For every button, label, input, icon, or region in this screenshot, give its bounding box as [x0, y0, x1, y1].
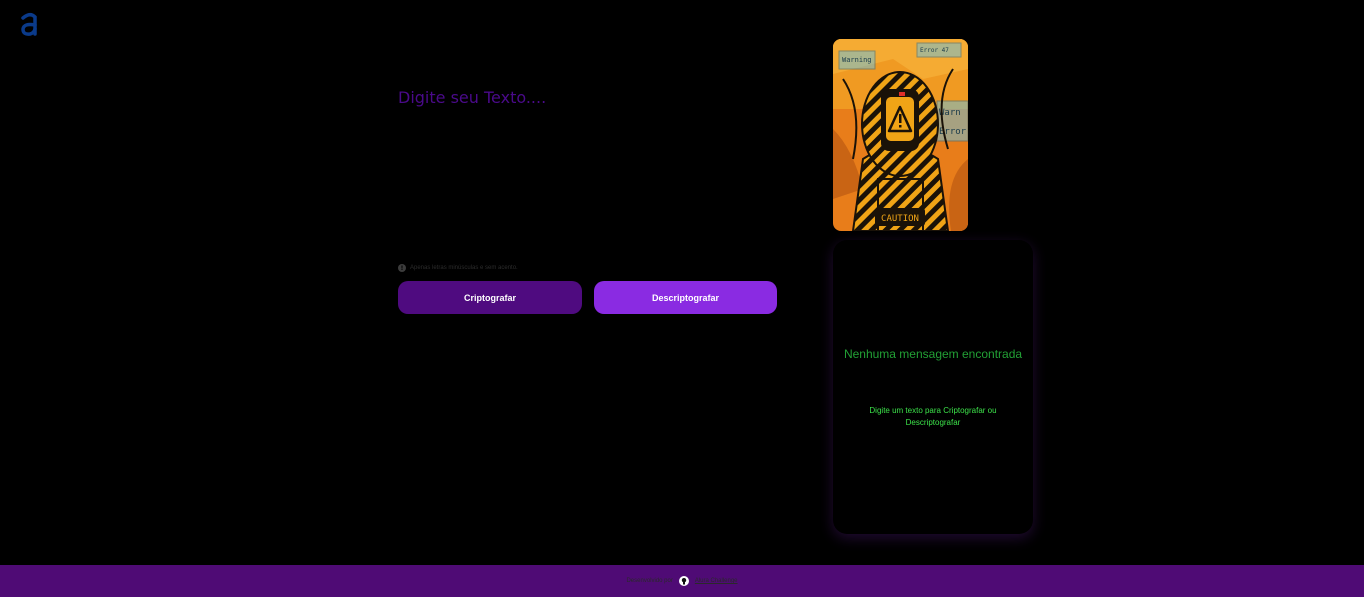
empty-state-subtitle: Digite um texto para Criptografar ou Des… — [869, 406, 997, 427]
info-icon: ! — [398, 264, 406, 272]
alura-logo[interactable] — [18, 12, 42, 38]
footer: Desenvolvido por Alura Challenge — [0, 565, 1364, 597]
output-panel: Nenhuma mensagem encontrada Digite um te… — [833, 240, 1033, 534]
hint-text: Apenas letras minúsculas e sem acento. — [410, 265, 518, 271]
encrypt-button[interactable]: Criptografar — [398, 281, 582, 314]
text-input[interactable] — [398, 84, 798, 244]
warning-label: Warning — [842, 56, 872, 64]
warning-robot-illustration: Warning Error 47 Warn Error CAUTION — [833, 39, 968, 231]
empty-state-title: Nenhuma mensagem encontrada — [843, 347, 1023, 361]
decrypt-button[interactable]: Descriptografar — [594, 281, 777, 314]
footer-link[interactable]: Alura Challenge — [695, 578, 738, 584]
caution-label: CAUTION — [881, 214, 919, 224]
input-hint: ! Apenas letras minúsculas e sem acento. — [398, 264, 518, 272]
footer-credit: Desenvolvido por — [626, 578, 673, 584]
github-icon[interactable] — [678, 576, 689, 586]
error-code-label: Error 47 — [920, 47, 949, 54]
